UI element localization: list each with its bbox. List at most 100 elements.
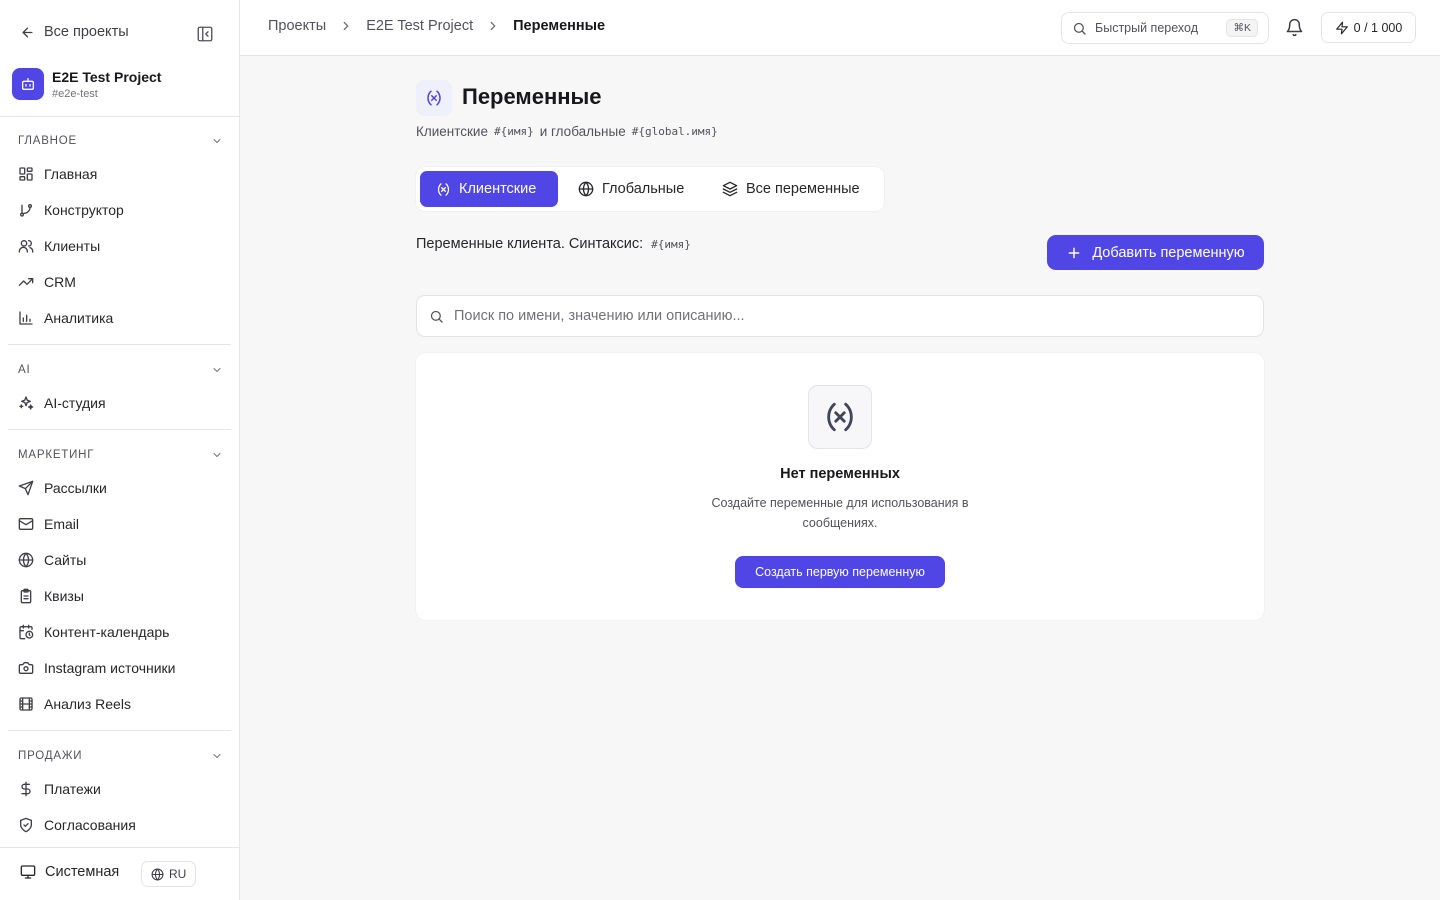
empty-state-text: Создайте переменные для использования в …: [711, 496, 969, 530]
search-icon: [1073, 22, 1086, 35]
divider: [0, 847, 239, 848]
layers-icon: [722, 181, 738, 197]
search-icon: [430, 310, 443, 323]
back-to-projects-link[interactable]: Все проекты: [20, 24, 129, 40]
bar-chart-icon: [19, 311, 33, 325]
sidebar-item-label: Instagram источники: [44, 660, 176, 676]
tab-label: Клиентские: [459, 181, 537, 197]
sidebar-item-label: Анализ Reels: [44, 696, 131, 712]
trending-up-icon: [18, 278, 34, 286]
sidebar-item-email[interactable]: Email: [18, 514, 79, 534]
send-icon: [18, 480, 34, 496]
chevron-down-icon: [213, 139, 221, 143]
sidebar-item-label: Платежи: [44, 781, 101, 797]
section-header-main[interactable]: ГЛАВНОЕ: [18, 133, 223, 149]
sidebar-item-label: Согласования: [44, 817, 136, 833]
theme-toggle[interactable]: Системная: [20, 864, 119, 880]
client-variables-description: Переменные клиента. Синтаксис: #{имя}: [416, 236, 691, 252]
tab-client[interactable]: Клиентские: [420, 171, 558, 207]
sidebar-item-label: Клиенты: [44, 238, 101, 254]
globe-icon: [151, 868, 164, 880]
camera-icon: [18, 662, 34, 674]
sidebar-item-reels-analysis[interactable]: Анализ Reels: [18, 694, 131, 714]
collapse-sidebar-button[interactable]: [196, 25, 214, 43]
clipboard-list-icon: [20, 588, 32, 604]
credits-badge[interactable]: 0 / 1 000: [1321, 12, 1416, 43]
notifications-button[interactable]: [1285, 18, 1304, 37]
sidebar-item-approvals[interactable]: Согласования: [18, 815, 136, 835]
sidebar-item-builder[interactable]: Конструктор: [18, 200, 124, 220]
create-first-variable-button[interactable]: Создать первую переменную: [735, 556, 945, 588]
quick-jump-label: Быстрый переход: [1095, 21, 1198, 35]
sidebar: Все проекты E2E Test Project #e2e-test Г…: [0, 0, 240, 900]
variable-search: [416, 295, 1264, 337]
search-input[interactable]: [454, 308, 1251, 324]
quick-jump-button[interactable]: Быстрый переход ⌘K: [1061, 12, 1269, 44]
language-switcher[interactable]: RU: [141, 861, 197, 887]
users-icon: [18, 240, 34, 253]
sidebar-item-label: Рассылки: [44, 480, 107, 496]
sidebar-item-crm[interactable]: CRM: [18, 272, 76, 292]
language-label: RU: [169, 867, 187, 881]
breadcrumb-projects[interactable]: Проекты: [268, 18, 326, 34]
plus-icon: [1068, 247, 1080, 258]
sidebar-item-label: AI-студия: [44, 395, 106, 411]
variable-icon: [808, 385, 872, 449]
sidebar-item-label: Контент-календарь: [44, 624, 170, 640]
sidebar-item-instagram-sources[interactable]: Instagram источники: [18, 658, 175, 678]
calendar-clock-icon: [19, 624, 34, 640]
empty-state: Нет переменных Создайте переменные для и…: [416, 353, 1264, 620]
syntax-code: #{имя}: [651, 237, 691, 251]
divider: [0, 116, 239, 117]
tab-label: Глобальные: [602, 181, 685, 197]
subtitle-client-text: Клиентские: [416, 124, 488, 139]
variable-icon: [437, 182, 450, 196]
sidebar-item-home[interactable]: Главная: [18, 164, 97, 184]
sidebar-item-ai-studio[interactable]: AI-студия: [18, 393, 106, 413]
add-variable-label: Добавить переменную: [1092, 244, 1245, 261]
sidebar-item-analytics[interactable]: Аналитика: [18, 308, 113, 328]
sidebar-item-label: Квизы: [44, 588, 84, 604]
tab-all-variables[interactable]: Все переменные: [706, 171, 876, 207]
sidebar-item-payments[interactable]: Платежи: [18, 779, 101, 799]
subtitle-global-text: и глобальные: [539, 124, 626, 139]
sidebar-item-label: Конструктор: [44, 202, 124, 218]
top-header: Проекты E2E Test Project Переменные Быст…: [240, 0, 1440, 56]
zap-icon: [1335, 21, 1348, 34]
tab-global[interactable]: Глобальные: [562, 171, 700, 207]
sidebar-item-quizzes[interactable]: Квизы: [18, 586, 84, 606]
arrow-left-icon: [22, 27, 33, 37]
sidebar-item-sites[interactable]: Сайты: [18, 550, 86, 570]
chevron-right-icon: [490, 21, 496, 31]
section-header-sales[interactable]: ПРОДАЖИ: [18, 748, 223, 764]
theme-label: Системная: [45, 864, 120, 880]
variable-icon: [416, 80, 452, 116]
project-slug: #e2e-test: [52, 87, 98, 100]
sidebar-item-label: Сайты: [44, 552, 87, 568]
shortcut-badge: ⌘K: [1226, 19, 1258, 37]
breadcrumb: Проекты E2E Test Project Переменные: [268, 18, 605, 34]
section-header-marketing[interactable]: МАРКЕТИНГ: [18, 447, 223, 463]
project-switcher[interactable]: E2E Test Project #e2e-test: [12, 68, 161, 100]
sidebar-top: Все проекты: [0, 0, 239, 66]
section-header-ai[interactable]: AI: [18, 362, 223, 378]
chevron-right-icon: [343, 21, 349, 31]
sidebar-item-clients[interactable]: Клиенты: [18, 236, 100, 256]
breadcrumb-project[interactable]: E2E Test Project: [366, 18, 473, 34]
back-label: Все проекты: [44, 24, 129, 40]
add-variable-button[interactable]: Добавить переменную: [1047, 235, 1264, 270]
page-title: Переменные: [462, 84, 602, 109]
global-syntax-code: #{global.имя}: [631, 125, 718, 138]
sparkles-icon: [19, 396, 34, 410]
divider: [8, 429, 231, 430]
sidebar-item-content-calendar[interactable]: Контент-календарь: [18, 622, 169, 642]
breadcrumb-current: Переменные: [513, 18, 606, 34]
page-subtitle: Клиентские #{имя} и глобальные #{global.…: [416, 124, 718, 139]
variable-tabs: Клиентские Глобальные Все переменные: [416, 167, 884, 211]
credits-value: 0 / 1 000: [1353, 20, 1403, 35]
monitor-icon: [20, 865, 36, 879]
sidebar-item-mailings[interactable]: Рассылки: [18, 478, 107, 498]
chevron-down-icon: [213, 453, 221, 457]
divider: [8, 344, 231, 345]
divider: [8, 730, 231, 731]
